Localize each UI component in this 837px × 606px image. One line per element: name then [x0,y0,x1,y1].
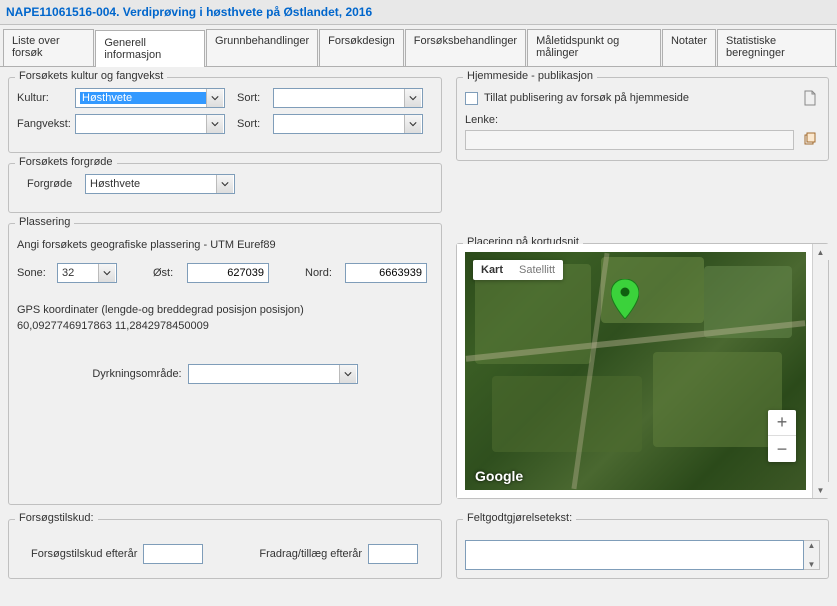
map-pin-icon [611,279,639,319]
plassering-desc: Angi forsøkets geografiske plassering - … [17,238,433,253]
nord-label: Nord: [305,267,339,279]
chevron-down-icon[interactable] [404,115,421,133]
zoom-in-button[interactable]: + [768,410,796,436]
legend-felttext: Feltgodtgjørelsetekst: [463,512,576,524]
sort1-combo[interactable] [273,88,423,108]
fieldset-plassering: Plassering Angi forsøkets geografiske pl… [8,223,442,505]
sort2-label: Sort: [237,118,267,130]
kultur-label: Kultur: [17,92,69,104]
tab-forsoksbehandlinger[interactable]: Forsøksbehandlinger [405,29,526,66]
page-title: NAPE11061516-004. Verdiprøving i høsthve… [0,0,837,25]
tab-maletidspunkt[interactable]: Måletidspunkt og målinger [527,29,661,66]
sort2-combo[interactable] [273,114,423,134]
fieldset-felttext: Feltgodtgjørelsetekst: ▲ ▼ [456,519,829,579]
forgrode-label: Forgrøde [27,178,79,190]
ost-input[interactable] [187,263,269,283]
sort1-label: Sort: [237,92,267,104]
kultur-value: Høsthvete [80,92,206,104]
fangvekst-label: Fangvekst: [17,118,69,130]
fieldset-kultur-fangvekst: Forsøkets kultur og fangvekst Kultur: Hø… [8,77,442,153]
fradrag-input[interactable] [368,544,418,564]
map-kart-button[interactable]: Kart [473,260,511,280]
tab-statistiske[interactable]: Statistiske beregninger [717,29,836,66]
map-satellitt-button[interactable]: Satellitt [511,260,563,280]
fradrag-label: Fradrag/tillæg efterår [259,548,362,560]
sone-value: 32 [62,267,98,279]
tillat-checkbox[interactable] [465,92,478,105]
tab-grunnbehandlinger[interactable]: Grunnbehandlinger [206,29,318,66]
tilskud-efteraar-input[interactable] [143,544,203,564]
legend-hjemmeside: Hjemmeside - publikasjon [463,70,597,82]
forgrode-value: Høsthvete [90,178,216,190]
legend-tilskud: Forsøgstilskud: [15,512,98,524]
fangvekst-combo[interactable] [75,114,225,134]
copy-icon[interactable] [800,130,820,150]
scroll-up-icon[interactable]: ▲ [808,541,816,550]
dyrk-label: Dyrkningsområde: [92,368,181,380]
ost-label: Øst: [153,267,181,279]
map-zoom-controls: + − [768,410,796,462]
map-scrollbar[interactable]: ▲ ▼ [812,244,828,498]
kultur-combo[interactable]: Høsthvete [75,88,225,108]
fieldset-forgrode: Forsøkets forgrøde Forgrøde Høsthvete [8,163,442,213]
scroll-up-icon[interactable]: ▲ [813,244,829,260]
sone-label: Sone: [17,267,51,279]
scroll-down-icon[interactable]: ▼ [813,482,829,498]
gps-value: 60,0927746917863 11,2842978450009 [17,319,433,334]
map-canvas[interactable]: Kart Satellitt + − [465,252,806,490]
legend-forgrode: Forsøkets forgrøde [15,156,117,168]
document-icon[interactable] [800,88,820,108]
nord-input[interactable] [345,263,427,283]
google-logo: Google [475,468,523,484]
tab-bar: Liste over forsøk Generell informasjon G… [0,25,837,67]
tilskud-efteraar-label: Forsøgstilskud efterår [31,548,137,560]
chevron-down-icon[interactable] [98,264,115,282]
fieldset-hjemmeside: Hjemmeside - publikasjon Tillat publiser… [456,77,829,161]
chevron-down-icon[interactable] [206,115,223,133]
scroll-down-icon[interactable]: ▼ [808,560,816,569]
map-type-toggle: Kart Satellitt [473,260,563,280]
sone-combo[interactable]: 32 [57,263,117,283]
tab-notater[interactable]: Notater [662,29,716,66]
chevron-down-icon[interactable] [404,89,421,107]
zoom-out-button[interactable]: − [768,436,796,462]
fieldset-map: Placering på kortudsnit Kart Satellitt [456,243,829,499]
lenke-label: Lenke: [465,114,498,126]
legend-kultur: Forsøkets kultur og fangvekst [15,70,167,82]
tab-liste[interactable]: Liste over forsøk [3,29,94,66]
fieldset-tilskud: Forsøgstilskud: Forsøgstilskud efterår F… [8,519,442,579]
dyrk-combo[interactable] [188,364,358,384]
chevron-down-icon[interactable] [339,365,356,383]
gps-label: GPS koordinater (lengde-og breddegrad po… [17,303,433,318]
tillat-label: Tillat publisering av forsøk på hjemmesi… [484,92,689,104]
lenke-input[interactable] [465,130,794,150]
tab-generell-informasjon[interactable]: Generell informasjon [95,30,205,67]
felttext-input[interactable] [465,540,804,570]
chevron-down-icon[interactable] [206,89,223,107]
tab-forsokdesign[interactable]: Forsøkdesign [319,29,404,66]
legend-plassering: Plassering [15,216,74,228]
forgrode-combo[interactable]: Høsthvete [85,174,235,194]
chevron-down-icon[interactable] [216,175,233,193]
